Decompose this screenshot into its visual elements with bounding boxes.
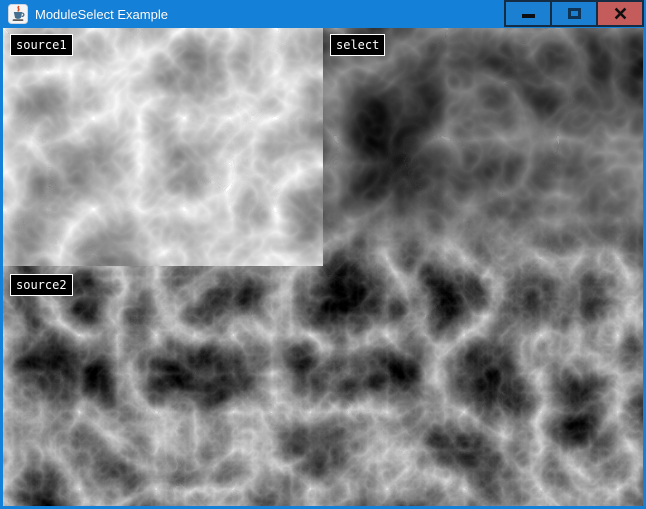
source1-label: source1: [10, 34, 73, 56]
minimize-icon: [522, 14, 535, 18]
application-window: ModuleSelect Example: [0, 0, 646, 509]
close-icon: [614, 7, 627, 20]
close-button[interactable]: [596, 0, 644, 27]
maximize-button[interactable]: [550, 0, 598, 27]
minimize-button[interactable]: [504, 0, 552, 27]
source1-noise-image: [3, 28, 323, 266]
titlebar[interactable]: ModuleSelect Example: [0, 0, 646, 28]
window-title: ModuleSelect Example: [35, 7, 168, 22]
window-controls: [504, 0, 644, 27]
select-label: select: [330, 34, 385, 56]
noise-render-canvas: source1 select source2: [3, 28, 643, 506]
source2-label: source2: [10, 274, 73, 296]
java-coffee-cup-icon: [8, 4, 28, 24]
noise-composite-image: [3, 28, 643, 506]
maximize-icon: [568, 8, 581, 19]
source2-noise-image: [3, 266, 323, 506]
